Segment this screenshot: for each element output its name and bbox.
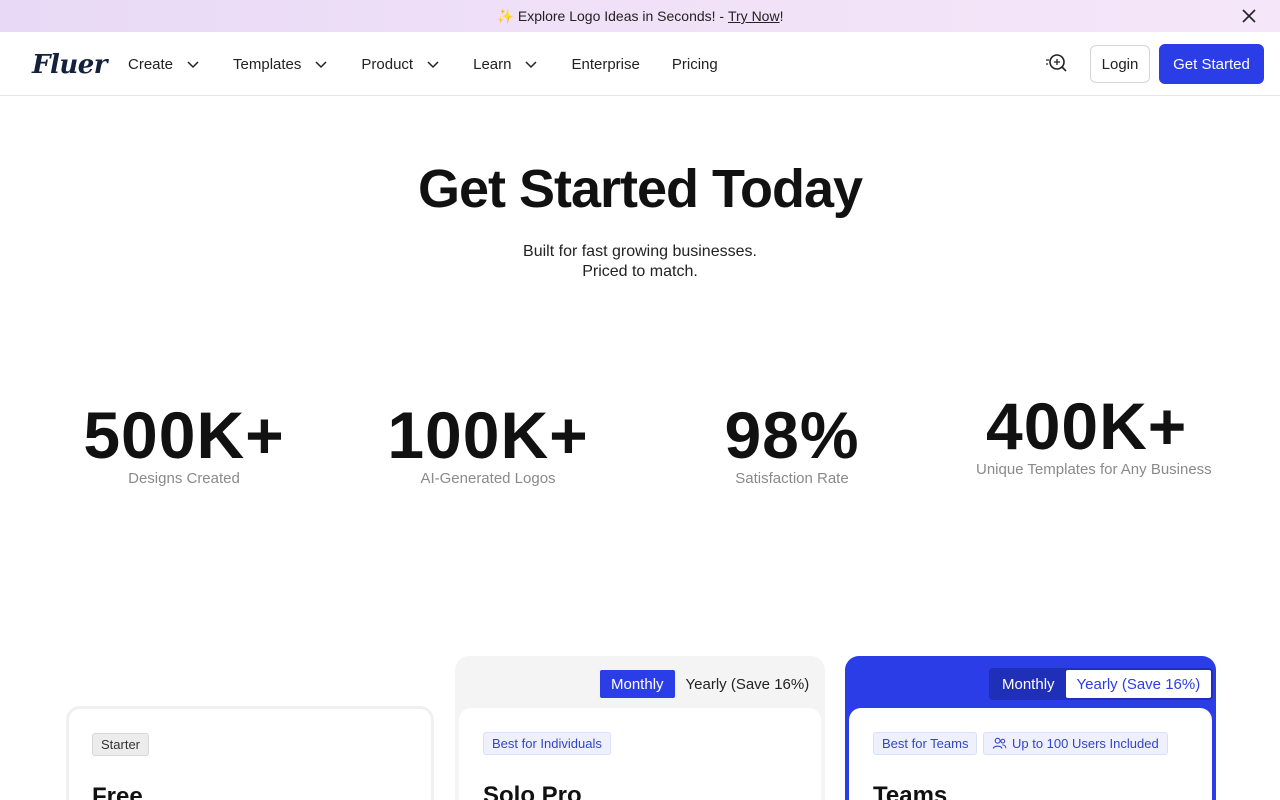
nav-item-label: Create [128, 55, 174, 73]
stat-designs: 500K+ Designs Created [64, 400, 304, 487]
hero-subtitle-line: Built for fast growing businesses. [523, 243, 757, 260]
nav-item-learn[interactable]: Learn [473, 56, 539, 73]
pricing-panel-teams: Monthly Yearly (Save 16%) Best for Teams… [845, 656, 1216, 800]
announcement-suffix: ! [779, 8, 784, 24]
nav-item-label: Pricing [671, 55, 718, 73]
fluer-logo[interactable]: Fluer [32, 50, 107, 80]
main-menu: Create Templates Product Learn Enterpris… [128, 32, 750, 96]
users-included-badge: Up to 100 Users Included [983, 732, 1168, 755]
nav-item-label: Enterprise [571, 55, 640, 73]
nav-item-label: Product [361, 55, 414, 73]
stat-logos: 100K+ AI-Generated Logos [368, 400, 608, 487]
page-title: Get Started Today [417, 159, 863, 219]
plan-title: Teams [873, 782, 948, 800]
nav-item-create[interactable]: Create [128, 56, 201, 73]
stat-value: 500K+ [83, 398, 285, 472]
pricing-card-starter: Starter Free [66, 706, 434, 800]
stat-label: AI-Generated Logos [420, 470, 556, 487]
stat-label: Satisfaction Rate [735, 470, 849, 487]
announcement-text: ✨ Explore Logo Ideas in Seconds! - [496, 7, 728, 24]
nav-item-templates[interactable]: Templates [233, 56, 329, 73]
stat-templates: 400K+ Unique Templates for Any Business [976, 391, 1216, 479]
stat-value: 400K+ [986, 389, 1188, 463]
billing-toggle: Monthly Yearly (Save 16%) [989, 668, 1214, 700]
nav-item-label: Learn [473, 55, 512, 73]
pricing-panel-solo: Monthly Yearly (Save 16%) Best for Indiv… [455, 656, 825, 800]
toggle-monthly[interactable]: Monthly [600, 670, 675, 698]
plan-title: Solo Pro [483, 782, 582, 800]
billing-toggle: Monthly Yearly (Save 16%) [600, 670, 820, 698]
get-started-button[interactable]: Get Started [1159, 44, 1264, 84]
stat-label: Designs Created [128, 470, 240, 487]
nav-item-label: Templates [233, 55, 302, 73]
stat-satisfaction: 98% Satisfaction Rate [672, 400, 912, 487]
nav-item-pricing[interactable]: Pricing [672, 56, 718, 73]
stat-label: Unique Templates for Any Business [976, 461, 1212, 478]
plan-badge: Starter [92, 733, 150, 756]
toggle-yearly[interactable]: Yearly (Save 16%) [675, 670, 821, 698]
toggle-yearly[interactable]: Yearly (Save 16%) [1065, 670, 1212, 698]
users-included-label: Up to 100 Users Included [1012, 736, 1159, 751]
close-icon[interactable] [1240, 7, 1258, 25]
login-button[interactable]: Login [1090, 45, 1150, 83]
chevron-down-icon [315, 61, 327, 69]
plan-badge: Best for Individuals [483, 732, 611, 755]
top-navigation: Fluer Create Templates Product Learn Ent… [0, 32, 1280, 96]
announcement-bar: ✨ Explore Logo Ideas in Seconds! - Try N… [0, 0, 1280, 32]
toggle-monthly[interactable]: Monthly [991, 670, 1066, 698]
hero-subtitle: Built for fast growing businesses. Price… [0, 242, 1280, 282]
stat-value: 98% [724, 398, 860, 472]
search-icon[interactable] [1044, 52, 1068, 76]
pricing-card-solo: Best for Individuals Solo Pro [459, 708, 821, 800]
nav-item-enterprise[interactable]: Enterprise [571, 56, 639, 73]
stat-value: 100K+ [387, 398, 589, 472]
chevron-down-icon [525, 61, 538, 69]
chevron-down-icon [187, 61, 199, 69]
try-now-link[interactable]: Try Now [728, 8, 780, 24]
nav-item-product[interactable]: Product [361, 56, 441, 73]
plan-title: Free [92, 783, 143, 800]
hero-subtitle-line: Priced to match. [582, 263, 698, 280]
users-icon [992, 737, 1007, 749]
plan-badge: Best for Teams [873, 732, 978, 755]
pricing-card-teams: Best for Teams Up to 100 Users Included … [849, 708, 1212, 800]
chevron-down-icon [427, 61, 439, 69]
